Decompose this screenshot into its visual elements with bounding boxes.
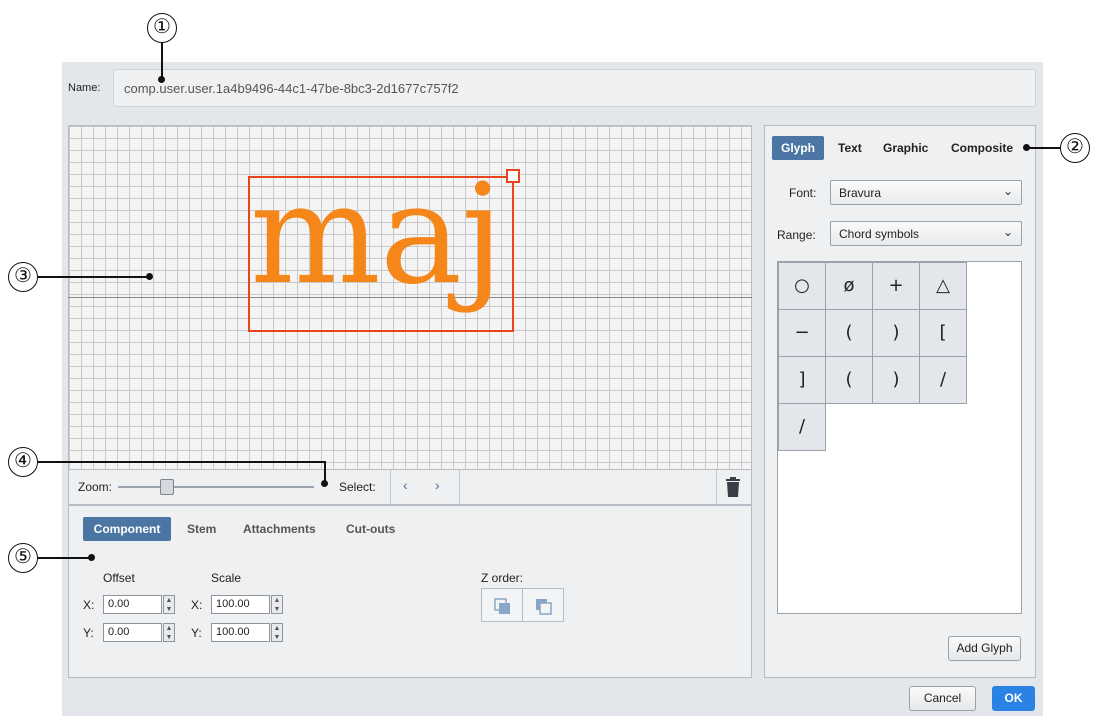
range-label: Range: <box>777 228 816 242</box>
callout-dot <box>88 554 95 561</box>
scale-x-label: X: <box>191 598 203 612</box>
callout-1: ① <box>147 13 177 43</box>
tab-graphic[interactable]: Graphic <box>883 141 928 155</box>
zoom-slider-track[interactable] <box>118 486 314 488</box>
glyph-cell[interactable]: [ <box>919 309 967 357</box>
callout-dot <box>146 273 153 280</box>
font-label: Font: <box>789 186 817 200</box>
scale-x-stepper[interactable]: ▲ ▼ <box>271 595 283 614</box>
cancel-button[interactable]: Cancel <box>909 686 976 711</box>
tab-component[interactable]: Component <box>83 517 171 541</box>
z-order-label: Z order: <box>481 571 524 585</box>
callout-line <box>38 557 90 559</box>
callout-line <box>161 43 163 79</box>
glyph-cell[interactable]: ) <box>872 309 920 357</box>
glyph-cell[interactable]: ] <box>778 356 826 404</box>
scale-y-stepper[interactable]: ▲ ▼ <box>271 623 283 642</box>
bring-forward-button[interactable] <box>481 588 523 622</box>
select-label: Select: <box>339 480 376 494</box>
tab-text[interactable]: Text <box>838 141 862 155</box>
callout-line <box>1026 147 1060 149</box>
send-backward-button[interactable] <box>522 588 564 622</box>
callout-line <box>38 461 325 463</box>
scale-y-label: Y: <box>191 626 202 640</box>
resize-handle[interactable] <box>506 169 520 183</box>
glyph-cell[interactable]: ø <box>825 262 873 310</box>
chevron-down-icon: ⌄ <box>1002 184 1013 198</box>
zoom-label: Zoom: <box>78 480 113 494</box>
glyph-cell[interactable]: − <box>778 309 826 357</box>
glyph-cell[interactable]: ○ <box>778 262 826 310</box>
glyph-cell[interactable]: / <box>778 403 826 451</box>
callout-4: ④ <box>8 447 38 477</box>
tab-composite[interactable]: Composite <box>951 141 1013 155</box>
trash-icon[interactable] <box>716 472 750 502</box>
offset-y-input[interactable]: 0.00 <box>103 623 162 642</box>
toolbar-divider <box>390 470 391 504</box>
offset-x-label: X: <box>83 598 95 612</box>
select-previous-button[interactable]: ‹ <box>403 477 408 493</box>
offset-y-label: Y: <box>83 626 94 640</box>
chevron-down-icon: ⌄ <box>1002 225 1013 239</box>
glyph-cell[interactable]: △ <box>919 262 967 310</box>
tab-stem[interactable]: Stem <box>187 522 216 536</box>
offset-label: Offset <box>103 571 135 585</box>
bring-forward-icon <box>494 598 510 614</box>
add-glyph-button[interactable]: Add Glyph <box>948 636 1021 661</box>
callout-2: ② <box>1060 133 1090 163</box>
selection-box[interactable] <box>248 176 514 332</box>
send-backward-icon <box>536 599 552 615</box>
offset-y-stepper[interactable]: ▲ ▼ <box>163 623 175 642</box>
zoom-slider-thumb[interactable] <box>160 479 174 495</box>
font-select-value: Bravura <box>839 186 882 200</box>
font-select[interactable]: Bravura ⌄ <box>830 180 1022 205</box>
callout-dot <box>1023 144 1030 151</box>
glyph-cell[interactable]: ) <box>872 356 920 404</box>
name-label: Name: <box>68 82 101 94</box>
callout-3: ③ <box>8 262 38 292</box>
glyph-cell[interactable]: / <box>919 356 967 404</box>
callout-dot <box>158 76 165 83</box>
select-next-button[interactable]: › <box>435 477 440 493</box>
glyph-cell[interactable]: ( <box>825 309 873 357</box>
range-select[interactable]: Chord symbols ⌄ <box>830 221 1022 246</box>
ok-button[interactable]: OK <box>992 686 1035 711</box>
tab-attachments[interactable]: Attachments <box>243 522 316 536</box>
scale-label: Scale <box>211 571 242 585</box>
callout-line <box>38 276 148 278</box>
scale-x-input[interactable]: 100.00 <box>211 595 270 614</box>
tab-glyph[interactable]: Glyph <box>772 136 824 160</box>
callout-5: ⑤ <box>8 543 38 573</box>
callout-dot <box>321 480 328 487</box>
name-field[interactable]: comp.user.user.1a4b9496-44c1-47be-8bc3-2… <box>113 69 1036 107</box>
toolbar-divider <box>459 470 460 504</box>
glyph-cell[interactable]: ( <box>825 356 873 404</box>
range-select-value: Chord symbols <box>839 227 920 241</box>
scale-y-input[interactable]: 100.00 <box>211 623 270 642</box>
offset-x-input[interactable]: 0.00 <box>103 595 162 614</box>
offset-x-stepper[interactable]: ▲ ▼ <box>163 595 175 614</box>
glyph-cell[interactable]: + <box>872 262 920 310</box>
tab-cut-outs[interactable]: Cut-outs <box>346 522 395 536</box>
